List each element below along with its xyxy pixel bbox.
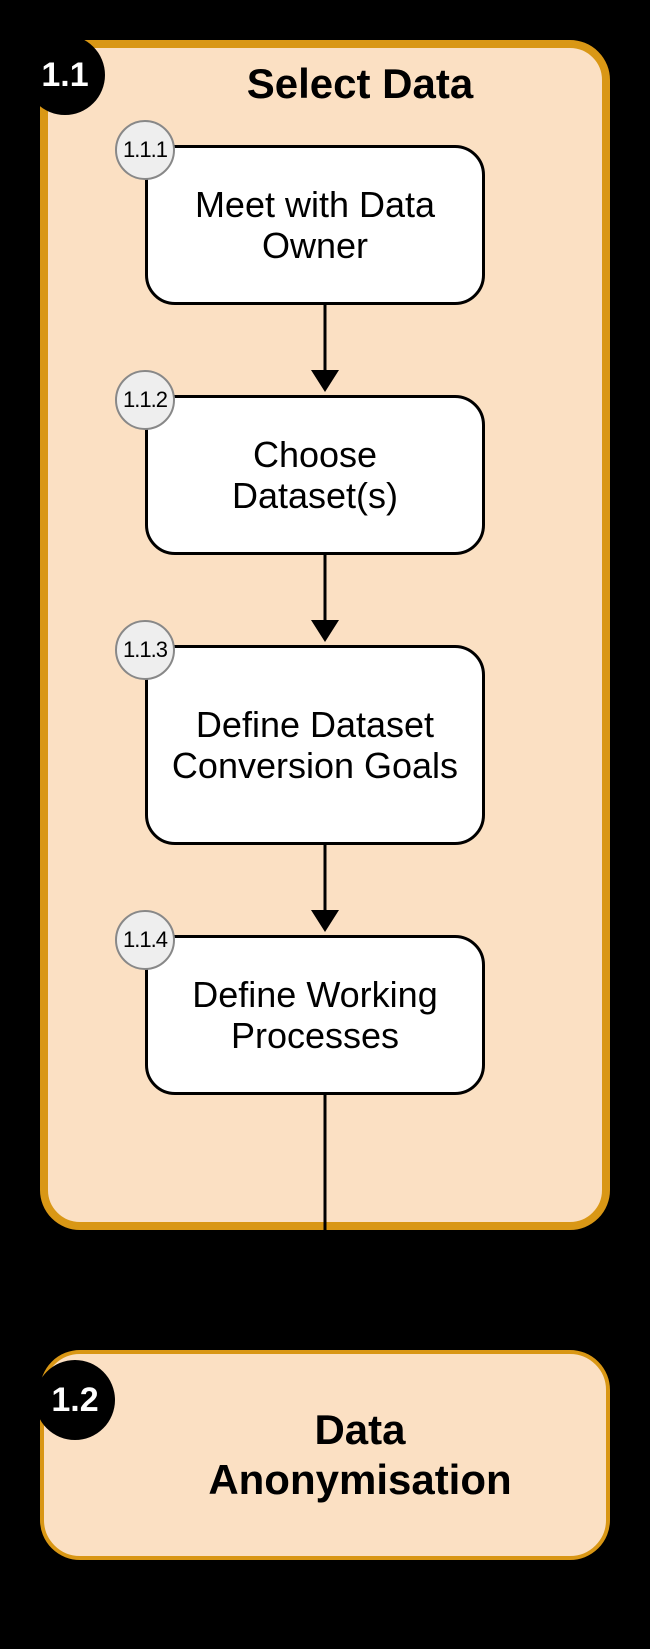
step-1-1-3-label: Define Dataset Conversion Goals (166, 704, 464, 787)
step-1-1-1-label: Meet with Data Owner (166, 184, 464, 267)
step-badge-1-1-1-label: 1.1.1 (123, 137, 167, 163)
step-badge-1-1-4-label: 1.1.4 (123, 927, 167, 953)
step-1-1-4-label: Define Working Processes (166, 974, 464, 1057)
step-meet-data-owner: Meet with Data Owner (145, 145, 485, 305)
arrow-head-1 (311, 370, 339, 392)
connector-line-groups (324, 1095, 327, 1350)
step-choose-datasets: Choose Dataset(s) (145, 395, 485, 555)
arrow-3 (324, 845, 327, 910)
arrow-2 (324, 555, 327, 620)
step-define-working-processes: Define Working Processes (145, 935, 485, 1095)
group-badge-1-1: 1.1 (25, 35, 105, 115)
group-badge-1-2: 1.2 (35, 1360, 115, 1440)
step-badge-1-1-1: 1.1.1 (115, 120, 175, 180)
step-badge-1-1-2-label: 1.1.2 (123, 387, 167, 413)
group-title-1-2: Data Anonymisation (170, 1405, 550, 1506)
arrow-head-3 (311, 910, 339, 932)
group-badge-1-1-label: 1.1 (41, 56, 88, 95)
step-define-conversion-goals: Define Dataset Conversion Goals (145, 645, 485, 845)
step-badge-1-1-4: 1.1.4 (115, 910, 175, 970)
arrow-head-2 (311, 620, 339, 642)
group-title-1-1: Select Data (170, 60, 550, 108)
arrow-1 (324, 305, 327, 370)
group-badge-1-2-label: 1.2 (51, 1381, 98, 1420)
step-badge-1-1-3: 1.1.3 (115, 620, 175, 680)
step-badge-1-1-2: 1.1.2 (115, 370, 175, 430)
step-1-1-2-label: Choose Dataset(s) (166, 434, 464, 517)
step-badge-1-1-3-label: 1.1.3 (123, 637, 167, 663)
